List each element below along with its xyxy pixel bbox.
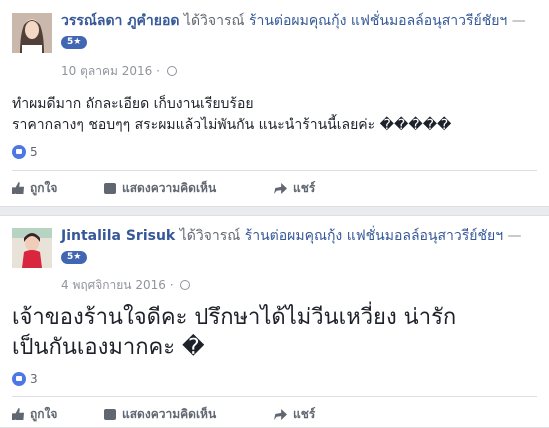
page-link[interactable]: ร้านต่อผมคุณกุ้ง แฟชั่นมอลล์อนุสาวรีย์ชั… (245, 228, 503, 244)
globe-icon (180, 280, 191, 290)
page-link[interactable]: ร้านต่อผมคุณกุ้ง แฟชั่นมอลล์อนุสาวรีย์ชั… (249, 13, 507, 29)
comment-label: แสดงความคิดเห็น (122, 181, 217, 195)
review-verb: ได้วิจารณ์ (183, 13, 245, 29)
like-reaction-icon (12, 145, 26, 159)
like-reaction-icon (12, 372, 26, 386)
review-line: เป็นกันเองมากคะ � (12, 335, 205, 360)
like-button[interactable]: ถูกใจ (12, 177, 57, 199)
post-header: วรรณ์ลดา ภูคำยอด ได้วิจารณ์ ร้านต่อผมคุณ… (61, 11, 535, 51)
action-bar: ถูกใจ แสดงความคิดเห็น แชร์ (12, 177, 537, 199)
share-button[interactable]: แชร์ (274, 403, 315, 425)
action-bar: ถูกใจ แสดงความคิดเห็น แชร์ (12, 403, 537, 425)
reaction-summary[interactable]: 3 (12, 372, 38, 386)
reaction-summary[interactable]: 5 (12, 145, 38, 159)
post-date[interactable]: 10 ตุลาคม 2016 (61, 64, 152, 78)
meta-dot: · (156, 64, 160, 78)
comment-button[interactable]: แสดงความคิดเห็น (104, 403, 216, 425)
rating-badge: 5★ (61, 36, 88, 49)
reaction-count: 3 (30, 372, 38, 386)
review-verb: ได้วิจารณ์ (179, 228, 241, 244)
review-line: เจ้าของร้านใจดีคะ ปรึกษาได้ไม่วีนเหวี่ยง… (12, 305, 457, 330)
author-name[interactable]: Jintalila Srisuk (61, 228, 175, 244)
thumbs-up-icon (12, 182, 24, 194)
reaction-count: 5 (30, 145, 38, 159)
post-meta: 10 ตุลาคม 2016 · (61, 62, 177, 81)
like-label: ถูกใจ (30, 407, 58, 421)
share-button[interactable]: แชร์ (274, 177, 315, 199)
comment-label: แสดงความคิดเห็น (122, 407, 217, 421)
avatar[interactable] (12, 228, 52, 268)
comment-button[interactable]: แสดงความคิดเห็น (104, 177, 216, 199)
divider (12, 170, 537, 171)
like-label: ถูกใจ (30, 181, 58, 195)
thumbs-up-icon (12, 408, 24, 420)
comment-icon (104, 409, 116, 420)
review-text: ทำผมดีมาก ถักละเอียด เก็บงานเรียบร้อย รา… (12, 94, 537, 136)
review-post: Jintalila Srisuk ได้วิจารณ์ ร้านต่อผมคุณ… (0, 215, 549, 428)
author-name[interactable]: วรรณ์ลดา ภูคำยอด (61, 13, 179, 29)
review-line: ราคากลางๆ ชอบๆๆ สระผมแล้วไม่พันกัน แนะนำ… (12, 117, 452, 133)
share-label: แชร์ (293, 181, 316, 195)
rating-badge: 5★ (61, 251, 88, 264)
share-label: แชร์ (293, 407, 316, 421)
review-post: วรรณ์ลดา ภูคำยอด ได้วิจารณ์ ร้านต่อผมคุณ… (0, 0, 549, 207)
share-arrow-icon (274, 183, 287, 194)
post-header: Jintalila Srisuk ได้วิจารณ์ ร้านต่อผมคุณ… (61, 226, 535, 266)
meta-dot: · (169, 278, 174, 292)
comment-icon (104, 183, 116, 194)
like-button[interactable]: ถูกใจ (12, 403, 57, 425)
separator: — (511, 13, 526, 29)
review-text: เจ้าของร้านใจดีคะ ปรึกษาได้ไม่วีนเหวี่ยง… (12, 303, 537, 363)
share-arrow-icon (274, 409, 287, 420)
separator: — (507, 228, 522, 244)
post-meta: 4 พฤศจิกายน 2016 · (61, 276, 191, 295)
globe-icon (166, 66, 177, 76)
post-date[interactable]: 4 พฤศจิกายน 2016 (61, 278, 166, 292)
review-line: ทำผมดีมาก ถักละเอียด เก็บงานเรียบร้อย (12, 96, 254, 112)
divider (12, 396, 537, 397)
avatar[interactable] (12, 13, 52, 53)
